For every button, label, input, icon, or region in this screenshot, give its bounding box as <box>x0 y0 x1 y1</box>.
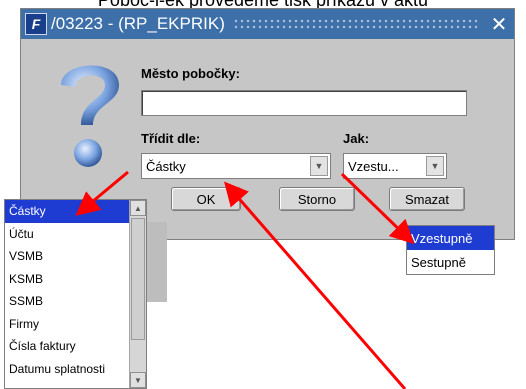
sort-options-dropdown[interactable]: Částky Účtu VSMB KSMB SSMB Firmy Čísla f… <box>4 199 147 389</box>
app-icon: F <box>25 13 47 35</box>
close-icon[interactable]: ✕ <box>488 13 510 36</box>
list-item[interactable]: Částky <box>5 200 146 223</box>
scrollbar[interactable]: ▲ ▼ <box>129 200 146 388</box>
question-icon <box>61 65 119 167</box>
chevron-down-icon[interactable]: ▼ <box>426 156 444 176</box>
cancel-button[interactable]: Storno <box>279 187 355 211</box>
list-item[interactable]: SSMB <box>5 290 146 313</box>
list-item[interactable]: Čísla faktury <box>5 335 146 358</box>
window-title: /03223 - (RP_EKPRIK) <box>51 14 225 33</box>
sort-by-value: Částky <box>146 158 186 174</box>
list-item[interactable]: KSMB <box>5 268 146 291</box>
list-item[interactable]: Firmy <box>5 313 146 336</box>
list-item[interactable]: Sestupně <box>407 250 494 274</box>
sort-by-select[interactable]: Částky ▼ <box>141 153 331 179</box>
list-item[interactable]: Datumu splatnosti <box>5 358 146 381</box>
list-item[interactable]: Účtu <box>5 223 146 246</box>
chevron-down-icon[interactable]: ▼ <box>310 156 328 176</box>
scroll-thumb[interactable] <box>131 218 145 340</box>
list-item[interactable]: Vzestupně <box>407 226 494 250</box>
scroll-up-icon[interactable]: ▲ <box>130 200 146 216</box>
scroll-down-icon[interactable]: ▼ <box>130 372 146 388</box>
order-label: Jak: <box>343 131 370 146</box>
city-input[interactable] <box>141 90 467 116</box>
sort-by-label: Třídit dle: <box>141 131 201 146</box>
order-select[interactable]: Vzestu... ▼ <box>343 153 447 179</box>
list-item[interactable]: VSMB <box>5 245 146 268</box>
order-value: Vzestu... <box>348 158 399 174</box>
underlying-window <box>147 222 167 302</box>
ok-button[interactable]: OK <box>171 187 241 211</box>
city-label: Město pobočky: <box>141 66 240 81</box>
dialog-titlebar: F /03223 - (RP_EKPRIK) ✕ <box>21 9 514 39</box>
order-options-dropdown[interactable]: Vzestupně Sestupně <box>406 225 495 275</box>
titlebar-pattern <box>232 18 480 30</box>
clear-button[interactable]: Smazat <box>389 187 465 211</box>
